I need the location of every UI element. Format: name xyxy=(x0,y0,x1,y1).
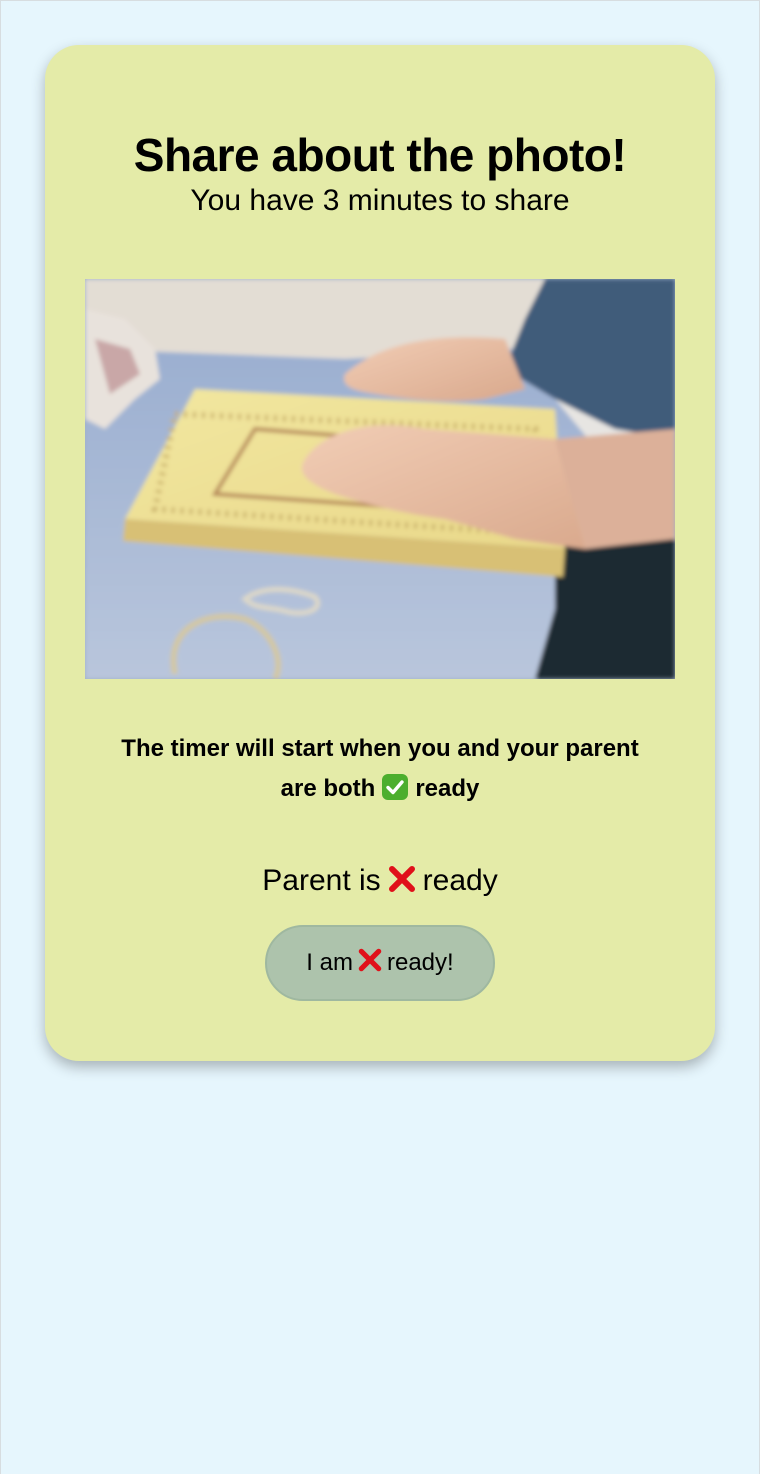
check-mark-icon xyxy=(381,773,409,801)
timer-instruction-suffix: ready xyxy=(415,775,480,802)
parent-ready-status: Parent is ready xyxy=(45,859,715,903)
parent-status-suffix: ready xyxy=(422,864,498,897)
timer-instruction: The timer will start when you and your p… xyxy=(105,729,655,809)
parent-status-label: Parent is xyxy=(262,864,381,897)
ready-button-suffix: ready! xyxy=(386,949,454,976)
i-am-ready-button[interactable]: I am ready! xyxy=(265,925,495,1001)
page-subtitle: You have 3 minutes to share xyxy=(190,184,570,217)
cross-mark-icon xyxy=(357,947,383,973)
cross-mark-icon xyxy=(387,864,417,894)
shared-photo xyxy=(85,279,675,679)
timer-instruction-text: The timer will start when you and your p… xyxy=(121,735,639,802)
share-card: Share about the photo! You have 3 minute… xyxy=(45,45,715,1061)
page-body: { "card": { "title": "Share about the ph… xyxy=(0,0,760,1474)
page-title: Share about the photo! xyxy=(133,129,627,181)
ready-button-label: I am xyxy=(306,949,353,976)
